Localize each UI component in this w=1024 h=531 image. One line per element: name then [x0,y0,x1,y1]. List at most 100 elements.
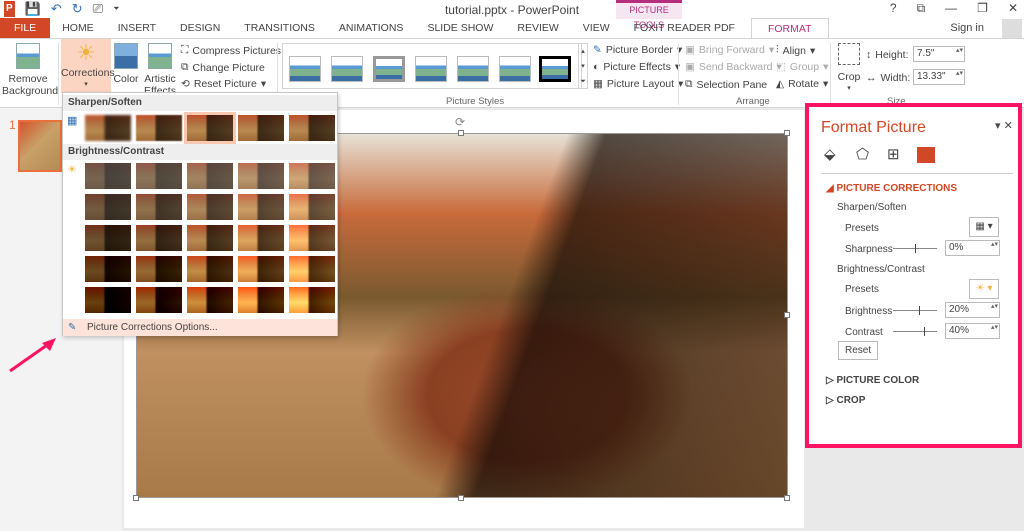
picture-effects-button[interactable]: ◐Picture Effects▾ [593,61,680,73]
brightness-contrast-preset[interactable] [289,163,335,189]
sharpen-preset[interactable] [238,115,284,141]
contrast-slider[interactable] [893,327,937,336]
brightness-contrast-preset[interactable] [235,284,287,316]
selection-pane-button[interactable]: ⧉ Selection Pane [685,78,767,91]
brightness-contrast-preset[interactable] [289,256,335,282]
tab-insert[interactable]: INSERT [106,18,168,38]
brightness-contrast-preset[interactable] [187,163,233,189]
brightness-contrast-preset[interactable] [136,256,182,282]
picture-layout-button[interactable]: ▦ Picture Layout ▾ [593,78,683,90]
picture-style-5[interactable] [457,56,489,82]
crop-section[interactable]: ▷ CROP [826,395,865,406]
tab-animations[interactable]: ANIMATIONS [327,18,416,38]
brightness-contrast-preset[interactable] [238,256,284,282]
effects-icon[interactable]: ⬠ [856,145,869,163]
brightness-contrast-preset[interactable] [187,287,233,313]
brightness-contrast-preset[interactable] [85,256,131,282]
bring-forward-button[interactable]: ▣ Bring Forward ▾ [685,44,774,56]
sharpness-input[interactable]: 0% [945,240,1000,256]
picture-style-3[interactable] [373,56,405,82]
resize-handle[interactable] [133,495,139,501]
restore-icon[interactable]: ❐ [977,1,988,16]
brightness-contrast-preset[interactable] [187,194,233,220]
picture-style-4[interactable] [415,56,447,82]
bc-presets-dropdown[interactable]: ☀ ▾ [969,279,999,299]
brightness-contrast-preset[interactable] [85,194,131,220]
resize-handle[interactable] [458,495,464,501]
width-input[interactable]: 13.33" [913,69,965,85]
tab-slide-show[interactable]: SLIDE SHOW [415,18,505,38]
tab-format[interactable]: FORMAT [750,17,829,39]
resize-handle[interactable] [784,495,790,501]
brightness-contrast-preset[interactable] [136,194,182,220]
resize-handle[interactable] [458,130,464,136]
picture-style-2[interactable] [331,56,363,82]
tab-view[interactable]: VIEW [571,18,622,38]
brightness-contrast-preset[interactable] [289,194,335,220]
remove-background-button[interactable]: Remove Background [2,41,58,97]
help-icon[interactable]: ? [890,1,897,16]
compress-pictures-button[interactable]: ⛶ Compress Pictures [181,44,281,57]
picture-style-7[interactable] [539,56,571,82]
size-properties-icon[interactable]: ⊞ [887,145,900,163]
close-icon[interactable]: ✕ [1008,1,1018,16]
brightness-contrast-preset[interactable] [289,287,335,313]
picture-style-1[interactable] [289,56,321,82]
contrast-input[interactable]: 40% [945,323,1000,339]
picture-color-section[interactable]: ▷ PICTURE COLOR [826,375,919,386]
brightness-slider[interactable] [893,306,937,315]
change-picture-button[interactable]: ⧉ Change Picture [181,61,265,74]
brightness-contrast-preset[interactable] [85,163,131,189]
brightness-contrast-preset[interactable] [85,287,131,313]
tab-file[interactable]: FILE [0,18,51,38]
resize-handle[interactable] [784,312,790,318]
align-button[interactable]: ⫶ Align ▾ [776,44,815,57]
sharpen-presets-dropdown[interactable]: ▦ ▾ [969,217,999,237]
group-button[interactable]: ⬚ Group ▾ [776,61,828,73]
brightness-contrast-preset[interactable] [136,163,182,189]
slide-thumbnail-1[interactable] [18,120,62,172]
brightness-contrast-preset[interactable] [187,256,233,282]
brightness-contrast-preset[interactable] [238,194,284,220]
tab-review[interactable]: REVIEW [505,18,570,38]
picture-corrections-options[interactable]: ✎ Picture Corrections Options... [63,319,337,336]
sign-in-link[interactable]: Sign in [950,22,984,34]
tab-transitions[interactable]: TRANSITIONS [232,18,327,38]
rotate-button[interactable]: ◭ Rotate ▾ [776,78,828,90]
brightness-contrast-preset[interactable] [289,225,335,251]
resize-handle[interactable] [784,130,790,136]
sharpen-preset[interactable] [184,112,236,144]
artistic-effects-button[interactable]: Artistic Effects [142,41,178,97]
sharpen-preset[interactable] [85,115,131,141]
gallery-scroll[interactable]: ▴ ▾ ⏷ [578,43,588,89]
brightness-contrast-preset[interactable] [238,163,284,189]
rotate-handle[interactable]: ⟳ [455,115,465,129]
send-backward-button[interactable]: ▣ Send Backward ▾ [685,61,782,73]
brightness-contrast-preset[interactable] [187,225,233,251]
picture-style-6[interactable] [499,56,531,82]
avatar[interactable] [1002,19,1022,38]
brightness-contrast-preset[interactable] [136,225,182,251]
picture-border-button[interactable]: ✎ Picture Border ▾ [593,44,682,56]
ribbon-display-icon[interactable]: ⧉ [917,1,926,16]
minimize-icon[interactable]: — [945,1,957,16]
tab-design[interactable]: DESIGN [168,18,232,38]
reset-button[interactable]: Reset [838,341,879,360]
picture-icon[interactable] [917,147,935,163]
corrections-button[interactable]: ☀ Corrections ▾ [61,39,115,93]
tab-home[interactable]: HOME [50,18,106,38]
reset-picture-button[interactable]: ⟲ Reset Picture ▾ [181,78,266,90]
fill-line-icon[interactable]: ⬙ [824,145,836,163]
brightness-contrast-preset[interactable] [238,225,284,251]
sharpen-preset[interactable] [289,115,335,141]
sharpness-slider[interactable] [893,244,937,253]
brightness-contrast-preset[interactable] [136,287,182,313]
tab-foxit[interactable]: FOXIT READER PDF [622,18,747,38]
brightness-input[interactable]: 20% [945,302,1000,318]
pane-menu-icon[interactable]: ▾ ✕ [995,119,1013,132]
picture-corrections-section[interactable]: ◢ PICTURE CORRECTIONS [826,183,957,194]
sharpen-preset[interactable] [136,115,182,141]
brightness-contrast-preset[interactable] [85,225,131,251]
color-button[interactable]: Color [113,41,139,85]
height-input[interactable]: 7.5" [913,46,965,62]
